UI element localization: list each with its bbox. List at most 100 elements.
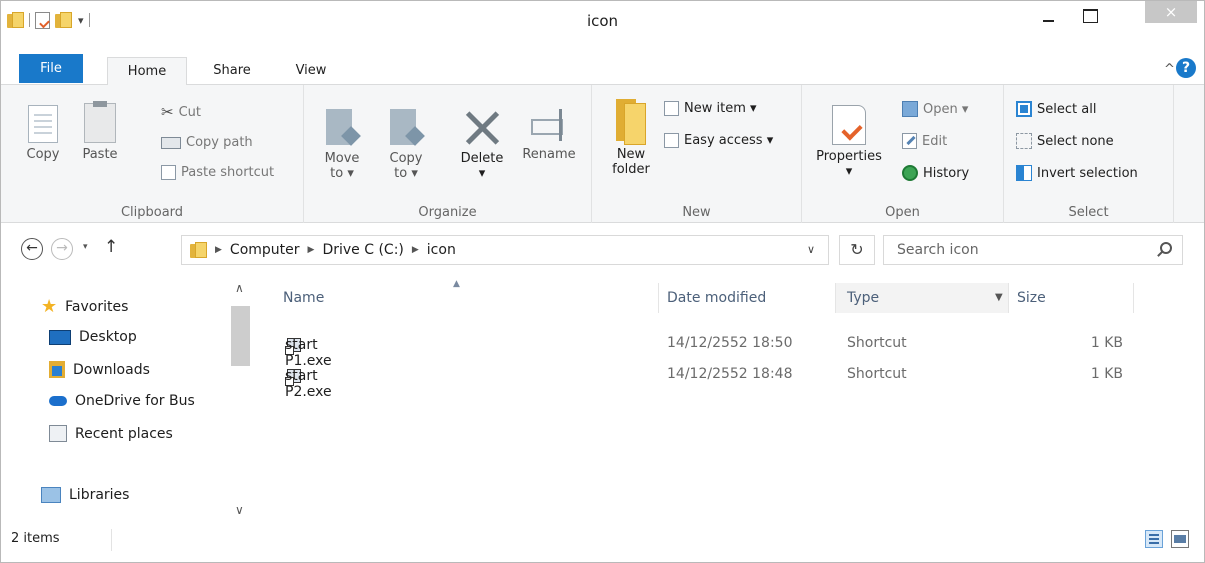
nav-item-onedrive[interactable]: OneDrive for Bus (49, 393, 229, 409)
help-icon[interactable]: ? (1176, 58, 1196, 78)
new-group: New folder New item ▾ Easy access ▾ New (592, 85, 802, 223)
nav-item-downloads[interactable]: Downloads (49, 361, 229, 378)
close-button[interactable]: × (1145, 1, 1197, 23)
open-group-label: Open (885, 205, 920, 220)
downloads-label: Downloads (73, 361, 150, 378)
delete-icon (462, 107, 502, 147)
refresh-button[interactable]: ↻ (839, 235, 875, 265)
copy-path-button[interactable]: Copy path (161, 135, 253, 150)
file-size: 1 KB (1090, 335, 1123, 351)
scissors-icon: ✂ (161, 103, 174, 121)
nav-item-recent-places[interactable]: Recent places (49, 425, 229, 442)
breadcrumb-chevron-icon[interactable]: ▶ (215, 245, 222, 255)
nav-item-favorites[interactable]: ★ Favorites (41, 299, 221, 315)
properties-button[interactable]: Properties ▾ (816, 105, 882, 179)
maximize-button[interactable] (1067, 1, 1113, 31)
minimize-button[interactable] (1033, 1, 1065, 31)
table-row[interactable]: start P1.exe 14/12/2552 18:50 Shortcut 1… (253, 333, 1193, 369)
new-item-label: New item ▾ (684, 101, 757, 116)
cut-button[interactable]: ✂ Cut (161, 103, 201, 121)
breadcrumb-icon-folder[interactable]: icon (427, 242, 456, 258)
open-button[interactable]: Open ▾ (902, 101, 968, 117)
select-none-label: Select none (1037, 133, 1114, 149)
paste-shortcut-button[interactable]: Paste shortcut (161, 165, 274, 180)
address-history-chevron-icon[interactable]: ∨ (807, 243, 815, 256)
column-header-size[interactable]: Size (1017, 283, 1127, 313)
nav-item-desktop[interactable]: Desktop (49, 329, 229, 345)
tab-share[interactable]: Share (197, 57, 267, 85)
ribbon-home: Copy Paste ✂ Cut Copy path Paste shortcu… (1, 85, 1204, 223)
column-divider[interactable] (658, 283, 659, 313)
new-folder-button[interactable]: New folder (606, 99, 656, 177)
breadcrumb-computer[interactable]: Computer (230, 242, 300, 258)
new-item-button[interactable]: New item ▾ (664, 101, 757, 116)
organize-group-label: Organize (418, 205, 477, 220)
edit-button[interactable]: Edit (902, 133, 947, 149)
libraries-icon (41, 487, 61, 503)
address-bar[interactable]: ▶ Computer ▶ Drive C (C:) ▶ icon (181, 235, 829, 265)
nav-pane-scrollbar[interactable]: ∧ ∨ (229, 279, 251, 525)
forward-button[interactable]: → (51, 238, 73, 260)
select-none-button[interactable]: Select none (1016, 133, 1114, 149)
folder-icon (190, 242, 207, 258)
move-to-label-line2: to ▾ (330, 166, 354, 181)
delete-button[interactable]: Delete ▾ (454, 107, 510, 181)
details-view-icon[interactable] (1145, 530, 1163, 548)
navigation-pane: ★ Favorites Desktop Downloads OneDrive f… (1, 275, 253, 525)
large-icons-view-icon[interactable] (1171, 530, 1189, 548)
back-button[interactable]: ← (21, 238, 43, 260)
tab-view[interactable]: View (281, 57, 341, 85)
rename-button[interactable]: Rename (516, 107, 582, 162)
select-all-button[interactable]: Select all (1016, 101, 1096, 117)
recent-places-icon (49, 425, 67, 442)
scroll-down-chevron-icon[interactable]: ∨ (235, 503, 244, 517)
rename-icon (529, 107, 569, 143)
history-button[interactable]: History (902, 165, 969, 181)
open-group: Properties ▾ Open ▾ Edit History Open (802, 85, 1004, 223)
scrollbar-thumb[interactable] (231, 306, 250, 366)
select-group: Select all Select none Invert selection … (1004, 85, 1174, 223)
ribbon-tabs: File Home Share View (1, 54, 1204, 86)
easy-access-icon (664, 133, 679, 148)
type-filter-chevron-icon[interactable]: ▼ (995, 292, 1003, 303)
copy-to-button[interactable]: Copy to ▾ (384, 107, 428, 181)
breadcrumb-drive-c[interactable]: Drive C (C:) (322, 242, 403, 258)
select-group-label: Select (1068, 205, 1109, 220)
recent-locations-chevron-icon[interactable]: ▾ (83, 242, 88, 252)
invert-selection-label: Invert selection (1037, 165, 1138, 181)
column-header-type[interactable]: Type (836, 283, 1008, 313)
scroll-up-chevron-icon[interactable]: ∧ (235, 281, 244, 295)
copy-path-label: Copy path (186, 135, 253, 150)
recent-places-label: Recent places (75, 425, 173, 442)
nav-item-libraries[interactable]: Libraries (41, 487, 221, 503)
paste-button[interactable]: Paste (73, 101, 127, 162)
breadcrumb-chevron-icon[interactable]: ▶ (412, 245, 419, 255)
column-header-name[interactable]: Name (283, 283, 663, 313)
invert-selection-icon (1016, 165, 1032, 181)
column-header-date[interactable]: Date modified (667, 283, 837, 313)
column-divider[interactable] (1133, 283, 1134, 313)
paste-shortcut-icon (161, 165, 176, 180)
up-button[interactable]: ↑ (104, 237, 118, 257)
history-icon (902, 165, 918, 181)
table-row[interactable]: start P2.exe 14/12/2552 18:48 Shortcut 1… (253, 364, 1193, 400)
column-divider[interactable] (1008, 283, 1009, 313)
copy-to-label-line1: Copy (389, 151, 423, 166)
invert-selection-button[interactable]: Invert selection (1016, 165, 1138, 181)
tab-file[interactable]: File (19, 54, 83, 83)
properties-dropdown-arrow[interactable]: ▾ (846, 164, 853, 179)
file-type: Shortcut (847, 335, 907, 351)
properties-label: Properties (816, 149, 882, 164)
breadcrumb-chevron-icon[interactable]: ▶ (308, 245, 315, 255)
easy-access-button[interactable]: Easy access ▾ (664, 133, 773, 148)
move-to-button[interactable]: Move to ▾ (320, 107, 364, 181)
collapse-ribbon-chevron-icon[interactable]: ^ (1164, 62, 1175, 77)
new-group-label: New (682, 205, 711, 220)
delete-dropdown-arrow[interactable]: ▾ (479, 166, 486, 181)
search-icon[interactable] (1160, 242, 1172, 254)
paste-shortcut-label: Paste shortcut (181, 165, 275, 180)
move-to-icon (324, 107, 360, 147)
search-input[interactable]: Search icon (883, 235, 1183, 265)
tab-home[interactable]: Home (107, 57, 187, 86)
copy-button[interactable]: Copy (21, 105, 65, 162)
